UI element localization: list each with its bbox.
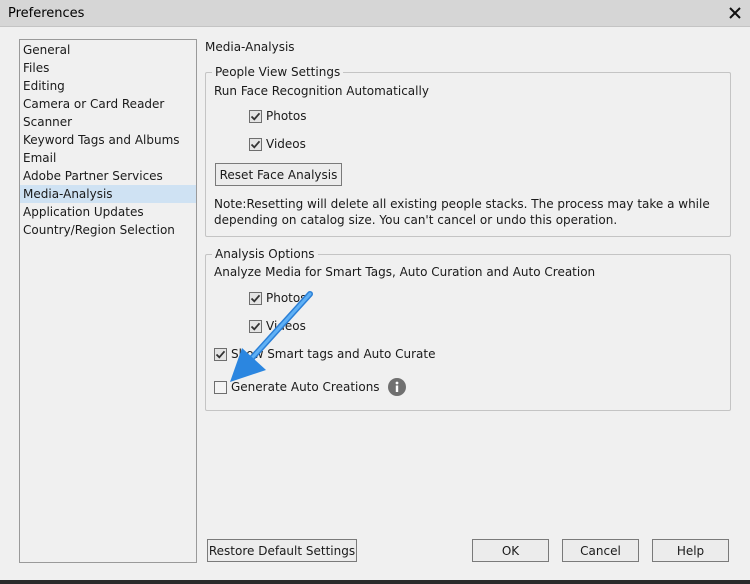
page-title: Media-Analysis [205, 40, 295, 54]
people-videos-checkbox[interactable]: Videos [249, 137, 306, 151]
sidebar-item-editing[interactable]: Editing [20, 77, 196, 95]
analysis-videos-label: Videos [266, 319, 306, 333]
close-icon [729, 7, 741, 19]
reset-note-line-2: depending on catalog size. You can't can… [214, 213, 618, 227]
sidebar-item-general[interactable]: General [20, 41, 196, 59]
sidebar-item-keyword-tags-and-albums[interactable]: Keyword Tags and Albums [20, 131, 196, 149]
info-icon[interactable] [388, 378, 406, 396]
ok-button[interactable]: OK [472, 539, 549, 562]
generate-auto-creations-checkbox[interactable]: Generate Auto Creations [214, 380, 380, 394]
generate-auto-creations-label: Generate Auto Creations [231, 380, 380, 394]
category-list[interactable]: General Files Editing Camera or Card Rea… [19, 39, 197, 563]
close-button[interactable] [724, 2, 746, 24]
people-photos-label: Photos [266, 109, 307, 123]
generate-auto-creations-box[interactable] [214, 380, 227, 394]
sidebar-item-adobe-partner-services[interactable]: Adobe Partner Services [20, 167, 196, 185]
bottom-edge [0, 580, 750, 584]
people-videos-label: Videos [266, 137, 306, 151]
analysis-options-legend: Analysis Options [212, 247, 318, 261]
show-smart-tags-box[interactable] [214, 347, 227, 361]
analysis-heading: Analyze Media for Smart Tags, Auto Curat… [214, 265, 596, 279]
sidebar-item-files[interactable]: Files [20, 59, 196, 77]
reset-face-analysis-button[interactable]: Reset Face Analysis [215, 163, 342, 186]
people-videos-box[interactable] [249, 137, 262, 151]
sidebar-item-email[interactable]: Email [20, 149, 196, 167]
analysis-photos-label: Photos [266, 291, 307, 305]
reset-note-line-1: Note:Resetting will delete all existing … [214, 197, 710, 211]
people-view-legend: People View Settings [212, 65, 344, 79]
check-icon [250, 112, 261, 121]
info-glyph [395, 381, 399, 392]
cancel-button[interactable]: Cancel [562, 539, 639, 562]
sidebar-item-camera-or-card-reader[interactable]: Camera or Card Reader [20, 95, 196, 113]
analysis-videos-checkbox[interactable]: Videos [249, 319, 306, 333]
check-icon [250, 140, 261, 149]
analysis-photos-box[interactable] [249, 291, 262, 305]
check-icon [215, 350, 226, 359]
sidebar-item-application-updates[interactable]: Application Updates [20, 203, 196, 221]
face-recognition-heading: Run Face Recognition Automatically [214, 84, 429, 98]
help-button[interactable]: Help [652, 539, 729, 562]
sidebar-item-country-region-selection[interactable]: Country/Region Selection [20, 221, 196, 239]
check-icon [250, 294, 261, 303]
people-photos-checkbox[interactable]: Photos [249, 109, 306, 123]
title-bar: Preferences [0, 0, 750, 27]
window-title: Preferences [8, 6, 85, 21]
show-smart-tags-label: Show Smart tags and Auto Curate [231, 347, 436, 361]
people-photos-box[interactable] [249, 109, 262, 123]
analysis-videos-box[interactable] [249, 319, 262, 333]
sidebar-item-scanner[interactable]: Scanner [20, 113, 196, 131]
restore-default-settings-button[interactable]: Restore Default Settings [207, 539, 357, 562]
show-smart-tags-checkbox[interactable]: Show Smart tags and Auto Curate [214, 347, 435, 361]
check-icon [250, 322, 261, 331]
analysis-photos-checkbox[interactable]: Photos [249, 291, 306, 305]
sidebar-item-media-analysis[interactable]: Media-Analysis [20, 185, 196, 203]
